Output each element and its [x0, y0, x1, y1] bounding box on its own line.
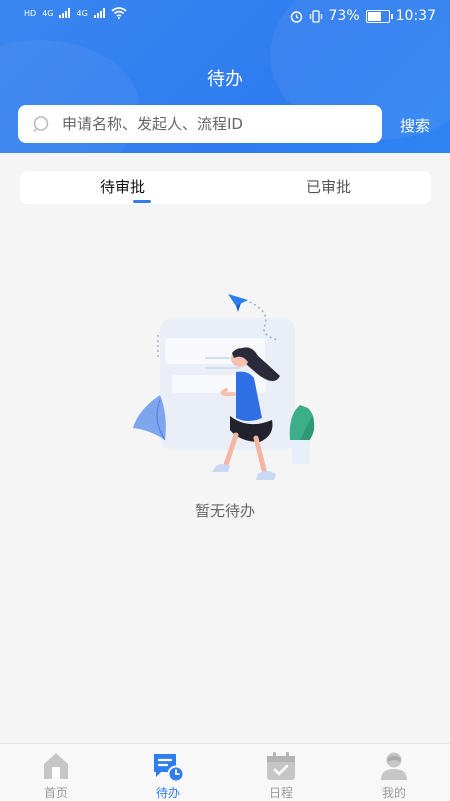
- nav-home-label: 首页: [43, 786, 68, 800]
- calendar-icon: [267, 752, 295, 780]
- empty-state-message: 暂无待办: [194, 502, 255, 520]
- active-tab-indicator: [133, 200, 151, 203]
- signal-tag: 4G: [76, 8, 88, 18]
- empty-state-illustration: [133, 294, 315, 480]
- approval-tabs: 待审批 已审批: [20, 171, 431, 204]
- wifi-icon: [111, 7, 127, 19]
- tab-pending[interactable]: 待审批: [20, 171, 225, 204]
- hd-label: HD: [24, 8, 37, 18]
- nav-schedule[interactable]: 日程: [225, 744, 337, 801]
- status-bar: HD 4G 4G 73% 10:37: [0, 0, 450, 34]
- bottom-navigation: 首页 待办 日程 我的: [0, 743, 450, 801]
- search-button[interactable]: 搜索: [400, 115, 430, 136]
- signal-tag: 4G: [42, 8, 54, 18]
- nav-todo[interactable]: 待办: [112, 744, 224, 801]
- nav-todo-label: 待办: [155, 786, 180, 800]
- signal-icon: [93, 8, 105, 18]
- nav-profile[interactable]: 我的: [338, 744, 450, 801]
- nav-home[interactable]: 首页: [0, 744, 112, 801]
- alarm-icon: [290, 10, 302, 23]
- battery-percent: 73%: [328, 8, 360, 24]
- vibrate-icon: [309, 9, 322, 23]
- network-indicators: HD 4G 4G: [24, 7, 127, 19]
- battery-icon: [365, 9, 393, 23]
- home-icon: [44, 753, 68, 779]
- signal-icon: [59, 8, 71, 18]
- profile-icon: [381, 752, 407, 780]
- search-box[interactable]: [18, 105, 382, 143]
- search-input[interactable]: [60, 114, 364, 134]
- nav-schedule-label: 日程: [268, 786, 293, 800]
- clock: 10:37: [395, 8, 436, 24]
- nav-profile-label: 我的: [381, 786, 406, 800]
- page-title: 待办: [207, 69, 243, 90]
- status-right: 73% 10:37: [290, 8, 436, 24]
- todo-icon: [154, 754, 184, 782]
- search-icon: [33, 116, 49, 132]
- tab-approved[interactable]: 已审批: [226, 171, 431, 204]
